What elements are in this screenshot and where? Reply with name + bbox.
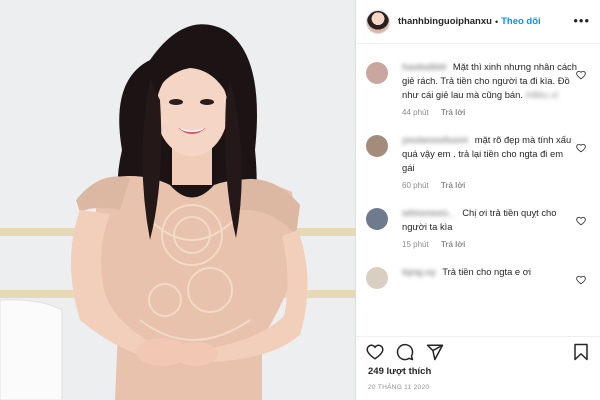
header-separator: • [494, 16, 499, 27]
share-icon[interactable] [426, 343, 444, 361]
comment-meta: 44 phút Trả lời [402, 108, 578, 117]
comment-meta: 15 phút Trả lời [402, 240, 578, 249]
comment-text-block: wiinoneeo._ Chị ơi trả tiền quỵt cho ngư… [402, 206, 578, 234]
more-options-icon[interactable]: ••• [573, 13, 590, 28]
comment-time[interactable]: 15 phút [402, 240, 429, 249]
comment-text: Trả tiền cho ngta e ơi [442, 266, 531, 277]
post-date[interactable]: 20 THÁNG 11 2020 [368, 384, 429, 391]
heart-icon[interactable] [576, 143, 586, 153]
post-header: thanhbinguoiphanxu • Theo dõi ••• [356, 0, 600, 44]
comment-meta: 60 phút Trả lời [402, 181, 578, 190]
instagram-post: thanhbinguoiphanxu • Theo dõi ••• haobal… [0, 0, 600, 400]
reply-button[interactable]: Trả lời [441, 108, 465, 117]
heart-icon[interactable] [576, 216, 586, 226]
reply-button[interactable]: Trả lời [441, 240, 465, 249]
commenter-avatar[interactable] [366, 267, 388, 289]
comment-icon[interactable] [396, 343, 414, 361]
commenter-username[interactable]: yeulanxoituoni [402, 133, 468, 147]
author-avatar[interactable] [366, 9, 390, 34]
woman-portrait-image [0, 0, 355, 400]
comment-text-block: haobalbbl Mặt thì xinh nhưng nhân cách g… [402, 60, 578, 102]
follow-button[interactable]: Theo dõi [501, 16, 541, 27]
like-count[interactable]: 249 lượt thích [368, 366, 431, 377]
comment-item: yeulanxoituoni mặt rõ đẹp mà tính xấu qu… [356, 125, 600, 198]
bookmark-icon[interactable] [572, 343, 590, 361]
comment-time[interactable]: 60 phút [402, 181, 429, 190]
commenter-avatar[interactable] [366, 62, 388, 84]
commenter-username[interactable]: wiinoneeo._ [402, 206, 456, 220]
author-username[interactable]: thanhbinguoiphanxu [398, 16, 492, 27]
comment-item: tqng.uy Trả tiền cho ngta e ơi [356, 257, 600, 289]
reply-button[interactable]: Trả lời [441, 181, 465, 190]
commenter-avatar[interactable] [366, 135, 388, 157]
commenter-avatar[interactable] [366, 208, 388, 230]
comment-text-block: yeulanxoituoni mặt rõ đẹp mà tính xấu qu… [402, 133, 578, 175]
comment-list: haobalbbl Mặt thì xinh nhưng nhân cách g… [356, 52, 600, 330]
post-photo[interactable] [0, 0, 355, 400]
comment-item: haobalbbl Mặt thì xinh nhưng nhân cách g… [356, 52, 600, 125]
comment-time[interactable]: 44 phút [402, 108, 429, 117]
commenter-username[interactable]: tqng.uy [402, 265, 436, 279]
heart-icon[interactable] [576, 70, 586, 80]
comment-item: wiinoneeo._ Chị ơi trả tiền quỵt cho ngư… [356, 198, 600, 257]
comment-hashtag[interactable]: #điêu xl [526, 88, 558, 102]
commenter-username[interactable]: haobalbbl [402, 60, 446, 74]
heart-icon[interactable] [366, 343, 384, 361]
comments-panel: thanhbinguoiphanxu • Theo dõi ••• haobal… [355, 0, 600, 400]
comment-text-block: tqng.uy Trả tiền cho ngta e ơi [402, 265, 578, 279]
heart-icon[interactable] [576, 275, 586, 285]
action-bar [356, 336, 600, 367]
